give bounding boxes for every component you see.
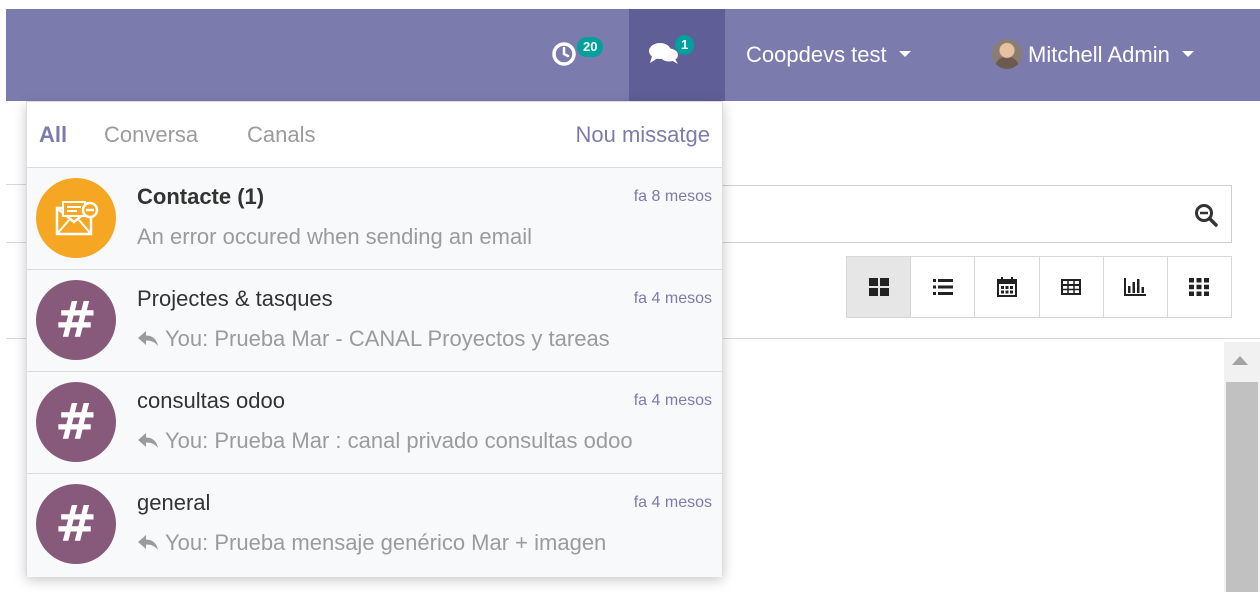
email-error-icon: [36, 178, 116, 258]
scrollbar-thumb[interactable]: [1226, 382, 1258, 592]
hashtag-icon: #: [36, 382, 116, 462]
messaging-dropdown: All Conversa Canals Nou missatge Contact…: [26, 101, 723, 577]
activity-menu-button[interactable]: 20: [551, 37, 621, 73]
list-view-icon: [932, 279, 953, 295]
activity-count-badge: 20: [577, 37, 604, 57]
pivot-view-button[interactable]: [1040, 257, 1104, 317]
reply-icon: [138, 331, 158, 347]
thread-preview: You: Prueba mensaje genérico Mar + image…: [137, 530, 697, 556]
page-divider: [6, 184, 26, 185]
clock-icon: [552, 42, 576, 66]
messaging-count-badge: 1: [675, 35, 695, 55]
thread-preview: You: Prueba Mar : canal privado consulta…: [137, 428, 697, 454]
chevron-down-icon: [1181, 51, 1194, 58]
thread-date: fa 4 mesos: [633, 290, 712, 307]
tab-channels[interactable]: Canals: [247, 122, 315, 148]
list-item[interactable]: # general fa 4 mesos You: Prueba mensaje…: [27, 474, 722, 577]
graph-view-icon: [1124, 278, 1147, 296]
company-name: Coopdevs test: [746, 42, 887, 67]
reply-icon: [138, 535, 158, 551]
view-switcher: [846, 256, 1232, 318]
user-name: Mitchell Admin: [1028, 42, 1170, 67]
kanban-view-icon: [868, 278, 889, 296]
calendar-view-button[interactable]: [975, 257, 1040, 317]
kanban-view-button[interactable]: [847, 257, 912, 317]
hashtag-icon: #: [36, 280, 116, 360]
hashtag-icon: #: [36, 484, 116, 564]
top-navbar: 20 1 Coopdevs test Mitchell Admin: [6, 9, 1260, 101]
thread-preview: You: Prueba Mar - CANAL Proyectos y tare…: [137, 326, 697, 352]
calendar-view-icon: [996, 277, 1017, 297]
list-view-button[interactable]: [911, 257, 976, 317]
graph-view-button[interactable]: [1104, 257, 1168, 317]
search-icon[interactable]: [1193, 202, 1219, 228]
user-menu[interactable]: Mitchell Admin: [992, 39, 1194, 71]
tab-all[interactable]: All: [39, 122, 67, 148]
thread-name: Contacte (1): [137, 184, 265, 209]
company-switcher[interactable]: Coopdevs test: [746, 39, 911, 71]
thread-date: fa 8 mesos: [633, 188, 712, 205]
scrollbar[interactable]: [1224, 342, 1260, 592]
list-item[interactable]: # consultas odoo fa 4 mesos You: Prueba …: [27, 372, 722, 474]
reply-icon: [138, 433, 158, 449]
search-input[interactable]: [700, 185, 1232, 243]
thread-name: general: [137, 490, 211, 515]
grid-view-button[interactable]: [1168, 257, 1231, 317]
list-item[interactable]: # Projectes & tasques fa 4 mesos You: Pr…: [27, 270, 722, 372]
thread-date: fa 4 mesos: [633, 392, 712, 409]
avatar: [992, 39, 1022, 70]
thread-date: fa 4 mesos: [633, 494, 712, 511]
pivot-view-icon: [1061, 279, 1082, 295]
scroll-up-arrow-icon[interactable]: [1232, 356, 1248, 365]
messaging-menu-button[interactable]: 1: [629, 9, 725, 101]
new-message-button[interactable]: Nou missatge: [575, 122, 710, 148]
list-item[interactable]: Contacte (1) fa 8 mesos An error occured…: [27, 168, 722, 270]
page-divider: [6, 242, 26, 243]
thread-name: consultas odoo: [137, 388, 285, 413]
chevron-down-icon: [898, 51, 911, 58]
thread-preview: An error occured when sending an email: [137, 224, 533, 249]
thread-name: Projectes & tasques: [137, 286, 333, 311]
tab-conversations[interactable]: Conversa: [104, 122, 198, 148]
dropdown-header: All Conversa Canals Nou missatge: [27, 102, 722, 168]
grid-view-icon: [1189, 278, 1210, 296]
